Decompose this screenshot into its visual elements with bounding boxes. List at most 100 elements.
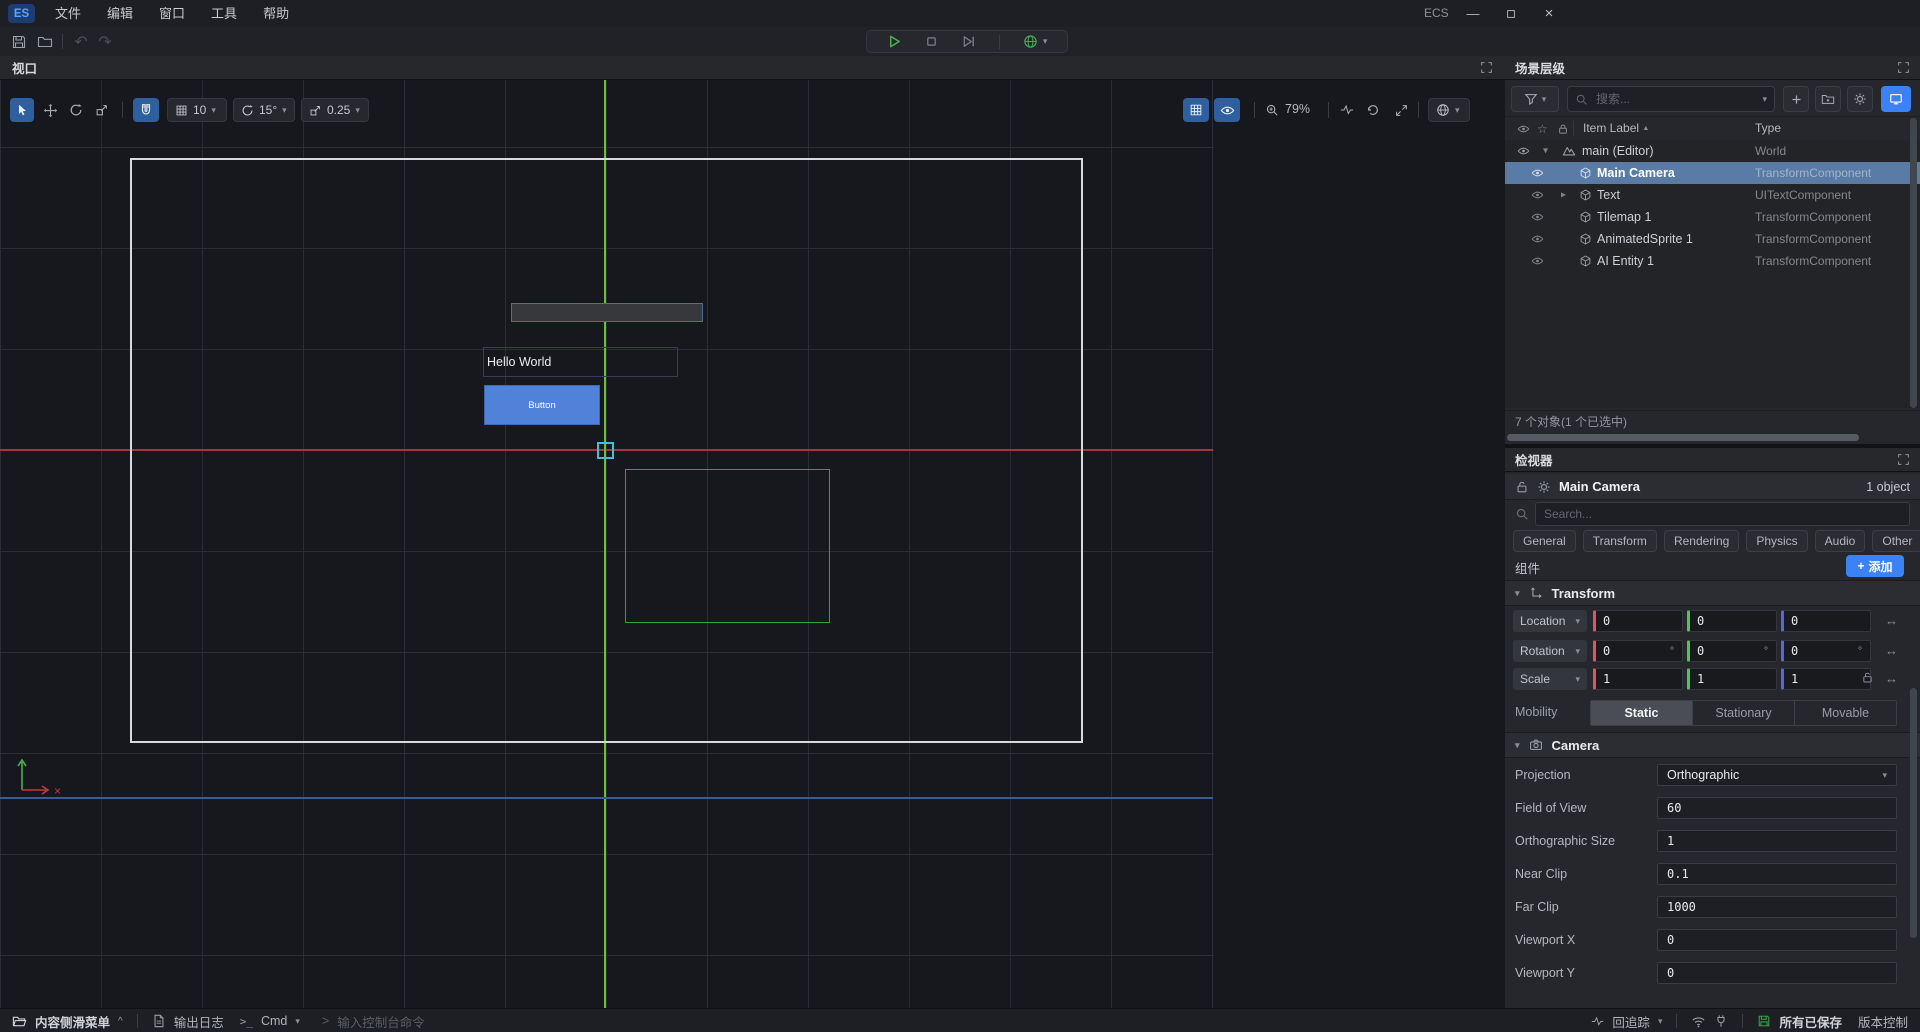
cmd-dropdown[interactable]: Cmd (261, 1014, 287, 1028)
hierarchy-expand-button[interactable] (1897, 61, 1910, 74)
scale-x-input[interactable]: 1 (1593, 668, 1683, 690)
selected-sprite-bar[interactable] (511, 303, 703, 322)
item-label-column-header[interactable]: Item Label ▲ (1583, 121, 1649, 135)
origin-marker-square[interactable] (597, 442, 614, 459)
grid-snap-dropdown[interactable]: 10 ▾ (167, 98, 227, 122)
viewport-world-dropdown[interactable]: ▾ (1428, 98, 1470, 122)
location-x-input[interactable]: 0 (1593, 610, 1683, 632)
tab-other[interactable]: Other (1872, 530, 1920, 552)
viewport-x-input[interactable]: 0 (1657, 929, 1897, 951)
favorite-column-star-icon[interactable]: ☆ (1537, 122, 1548, 136)
redo-button[interactable]: ↷ (94, 31, 116, 53)
hierarchy-row-main-camera[interactable]: Main Camera TransformComponent (1505, 162, 1920, 184)
menu-item-tools[interactable]: 工具 (198, 0, 250, 27)
minimize-button[interactable]: — (1458, 0, 1488, 27)
step-button[interactable] (961, 34, 976, 49)
scale-y-input[interactable]: 1 (1687, 668, 1777, 690)
app-logo[interactable]: ES (8, 4, 35, 23)
scale-snap-dropdown[interactable]: 0.25 ▾ (301, 98, 369, 122)
scale-z-input[interactable]: 1 (1781, 668, 1871, 690)
eye-icon[interactable] (1517, 145, 1530, 158)
menu-item-window[interactable]: 窗口 (146, 0, 198, 27)
mobility-static-option[interactable]: Static (1591, 701, 1692, 725)
near-clip-input[interactable]: 0.1 (1657, 863, 1897, 885)
close-button[interactable]: × (1534, 0, 1564, 27)
hierarchy-row-tilemap[interactable]: Tilemap 1 TransformComponent (1505, 206, 1912, 228)
tilemap-bounds-rect[interactable] (625, 469, 830, 623)
gizmo-visibility-button[interactable] (1214, 98, 1240, 122)
text-entity-box[interactable]: Hello World (483, 347, 678, 377)
lock-scale-icon[interactable] (1861, 671, 1874, 684)
lock-column-lock-icon[interactable] (1557, 123, 1569, 135)
hierarchy-horizontal-scrollbar[interactable] (1507, 434, 1859, 441)
link-values-icon[interactable]: ↔ (1885, 613, 1898, 628)
rotation-x-input[interactable]: 0° (1593, 640, 1683, 662)
hierarchy-row-ai-entity[interactable]: AI Entity 1 TransformComponent (1505, 250, 1912, 272)
screen-view-button[interactable] (1881, 86, 1911, 112)
snap-toggle-button[interactable] (133, 98, 159, 122)
rotation-label-dropdown[interactable]: Rotation ▾ (1513, 640, 1587, 662)
select-tool-button[interactable] (10, 98, 34, 122)
tab-physics[interactable]: Physics (1746, 530, 1807, 552)
fullscreen-button[interactable] (1390, 98, 1412, 122)
add-folder-button[interactable] (1815, 86, 1841, 112)
eye-icon[interactable] (1531, 189, 1544, 202)
hierarchy-settings-button[interactable] (1847, 86, 1873, 112)
mobility-stationary-option[interactable]: Stationary (1692, 701, 1794, 725)
field-of-view-input[interactable]: 60 (1657, 797, 1897, 819)
grid-visibility-button[interactable] (1183, 98, 1209, 122)
hierarchy-row-animatedsprite[interactable]: AnimatedSprite 1 TransformComponent (1505, 228, 1912, 250)
link-values-icon[interactable]: ↔ (1885, 643, 1898, 658)
reset-view-button[interactable] (1362, 98, 1384, 122)
scale-tool-button[interactable] (90, 98, 114, 122)
inspector-search-input[interactable] (1536, 507, 1909, 521)
eye-icon[interactable] (1531, 211, 1544, 224)
hierarchy-row-main[interactable]: ▾ main (Editor) World (1505, 140, 1912, 162)
eye-icon[interactable] (1531, 255, 1544, 268)
hierarchy-search-input[interactable] (1594, 91, 1756, 107)
chevron-down-icon[interactable]: ▾ (1543, 146, 1548, 157)
inspector-expand-button[interactable] (1897, 453, 1910, 466)
camera-section-header[interactable]: ▾ Camera (1505, 732, 1920, 758)
menu-item-file[interactable]: 文件 (42, 0, 94, 27)
inspector-vertical-scrollbar[interactable] (1910, 688, 1917, 938)
ui-button-entity[interactable]: Button (484, 385, 600, 425)
maximize-button[interactable] (1496, 0, 1526, 27)
zoom-button[interactable] (1262, 98, 1282, 122)
content-drawer-button[interactable]: 内容侧滑菜单 (35, 1012, 110, 1031)
hierarchy-row-text[interactable]: ▸ Text UITextComponent (1505, 184, 1912, 206)
open-project-button[interactable] (34, 31, 56, 53)
run-target-dropdown[interactable]: ▾ (1023, 34, 1048, 49)
location-label-dropdown[interactable]: Location ▾ (1513, 610, 1587, 632)
chevron-right-icon[interactable]: ▸ (1561, 190, 1566, 201)
trace-back-dropdown[interactable]: 回追踪 (1612, 1012, 1650, 1031)
add-entity-button[interactable] (1783, 86, 1809, 112)
play-button[interactable] (887, 34, 902, 49)
viewport-y-input[interactable]: 0 (1657, 962, 1897, 984)
eye-icon[interactable] (1531, 167, 1544, 180)
scene-viewport[interactable]: Hello World Button × (0, 80, 1505, 1008)
version-control-button[interactable]: 版本控制 (1858, 1012, 1908, 1031)
tab-rendering[interactable]: Rendering (1664, 530, 1739, 552)
eye-icon[interactable] (1531, 233, 1544, 246)
hierarchy-filter-dropdown[interactable]: ▾ (1511, 86, 1559, 112)
projection-select[interactable]: Orthographic ▾ (1657, 764, 1897, 786)
link-values-icon[interactable]: ↔ (1885, 671, 1898, 686)
tab-general[interactable]: General (1513, 530, 1576, 552)
add-component-button[interactable]: + 添加 (1846, 555, 1904, 577)
hierarchy-vertical-scrollbar[interactable] (1910, 118, 1917, 408)
save-button[interactable] (8, 31, 30, 53)
undo-button[interactable]: ↶ (70, 31, 92, 53)
orthographic-size-input[interactable]: 1 (1657, 830, 1897, 852)
lock-inspector-button[interactable] (1515, 480, 1529, 494)
output-log-button[interactable]: 输出日志 (174, 1012, 224, 1031)
rotation-z-input[interactable]: 0° (1781, 640, 1871, 662)
console-command-input[interactable]: 输入控制台命令 (337, 1012, 425, 1031)
mobility-movable-option[interactable]: Movable (1794, 701, 1896, 725)
location-z-input[interactable]: 0 (1781, 610, 1871, 632)
move-tool-button[interactable] (38, 98, 62, 122)
visibility-column-eye-icon[interactable] (1517, 123, 1530, 136)
tab-transform[interactable]: Transform (1583, 530, 1657, 552)
viewport-expand-button[interactable] (1480, 61, 1493, 74)
object-settings-button[interactable] (1537, 480, 1551, 494)
